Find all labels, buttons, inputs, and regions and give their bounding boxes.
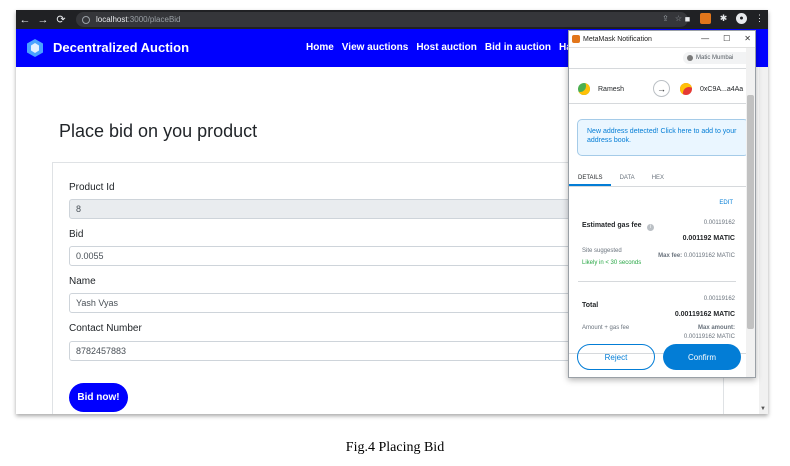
total-bold: 0.00119162 MATIC — [674, 311, 735, 318]
bookmark-star-icon[interactable]: ☆ — [675, 14, 682, 23]
name-field[interactable]: Yash Vyas — [69, 293, 599, 313]
minimize-icon[interactable]: — — [701, 34, 709, 43]
product-id-label: Product Id — [69, 182, 115, 193]
max-fee-value: 0.00119162 MATIC — [683, 253, 735, 259]
close-icon[interactable]: ✕ — [744, 34, 751, 43]
metamask-window-title: MetaMask Notification — [583, 35, 652, 43]
reload-icon[interactable]: ⟳ — [52, 10, 70, 29]
page-title: Place bid on you product — [59, 121, 258, 141]
from-account-name: Ramesh — [598, 85, 625, 93]
nav-home[interactable]: Home — [306, 42, 334, 53]
metamask-scrollbar[interactable] — [746, 48, 755, 377]
max-fee-label: Max fee: — [658, 253, 683, 259]
site-info-icon[interactable] — [82, 15, 90, 24]
to-avatar-icon — [680, 83, 692, 95]
puzzle-extensions-icon[interactable]: ✱ — [718, 13, 729, 24]
metamask-tabs: DETAILS DATA HEX — [569, 170, 747, 187]
nav-bid-in-auction[interactable]: Bid in auction — [485, 42, 551, 53]
arrow-right-icon: → — [653, 80, 670, 97]
metamask-fox-icon — [572, 35, 580, 43]
to-account[interactable]: 0xC9A...a4Aa — [680, 83, 743, 95]
share-icon[interactable]: ⇪ — [662, 14, 669, 23]
maximize-icon[interactable]: ☐ — [723, 34, 730, 43]
scroll-down-icon[interactable]: ▼ — [760, 406, 766, 412]
max-amount-value: 0.00119162 MATIC — [683, 334, 735, 340]
contact-field[interactable]: 8782457883 — [69, 341, 599, 361]
camera-icon[interactable]: ■ — [682, 13, 693, 24]
back-icon[interactable]: ← — [16, 10, 34, 29]
extension-icons: ■ ✱ ● ⋮ — [682, 13, 765, 24]
bid-label: Bid — [69, 229, 84, 240]
amount-gas-label: Amount + gas fee — [582, 325, 630, 331]
max-fee: Max fee: 0.00119162 MATIC — [658, 253, 735, 259]
gas-fee-bold: 0.001192 MATIC — [682, 235, 735, 242]
forward-icon[interactable]: → — [34, 10, 52, 29]
gas-fee-small: 0.00119162 — [703, 220, 735, 226]
confirm-button[interactable]: Confirm — [663, 344, 741, 370]
browser-toolbar: ← → ⟳ localhost:3000/placeBid ⇪ ☆ ■ ✱ ● … — [16, 10, 768, 29]
total-small: 0.00119162 — [703, 296, 735, 302]
network-badge[interactable]: Matic Mumbai — [683, 52, 751, 64]
total-label: Total — [582, 302, 599, 309]
metamask-body: Matic Mumbai Ramesh → 0xC9A...a4Aa New a… — [569, 48, 751, 377]
bid-now-button[interactable]: Bid now! — [69, 383, 128, 412]
nav-host-auction[interactable]: Host auction — [416, 42, 477, 53]
max-amount: Max amount: 0.00119162 MATIC — [684, 324, 735, 342]
product-id-field: 8 — [69, 199, 599, 219]
nav-links: Home View auctions Host auction Bid in a… — [306, 42, 572, 53]
tab-hex[interactable]: HEX — [643, 170, 672, 186]
info-icon[interactable]: i — [647, 224, 654, 231]
screen: ← → ⟳ localhost:3000/placeBid ⇪ ☆ ■ ✱ ● … — [16, 10, 768, 414]
scrollbar-thumb[interactable] — [747, 95, 754, 329]
edit-link[interactable]: EDIT — [719, 200, 733, 206]
brand-name[interactable]: Decentralized Auction — [53, 40, 189, 55]
network-dot-icon — [687, 55, 693, 61]
metamask-extension-icon[interactable] — [700, 13, 711, 24]
metamask-titlebar: MetaMask Notification — ☐ ✕ — [569, 31, 755, 48]
figure-caption: Fig.4 Placing Bid — [345, 440, 445, 455]
profile-avatar-icon[interactable]: ● — [736, 13, 747, 24]
gas-fee-label: Estimated gas fee — [582, 222, 642, 229]
contact-label: Contact Number — [69, 323, 142, 334]
page-scrollbar[interactable]: ▼ — [759, 67, 768, 414]
name-label: Name — [69, 276, 96, 287]
new-address-notice[interactable]: New address detected! Click here to add … — [577, 119, 749, 156]
network-name: Matic Mumbai — [696, 55, 734, 61]
likely-time: Likely in < 30 seconds — [582, 260, 642, 266]
metamask-popup: MetaMask Notification — ☐ ✕ Matic Mumbai… — [568, 30, 756, 378]
address-bar[interactable]: localhost:3000/placeBid ⇪ ☆ — [76, 12, 688, 27]
to-account-address: 0xC9A...a4Aa — [700, 85, 744, 93]
from-avatar-icon — [578, 83, 590, 95]
tab-details[interactable]: DETAILS — [569, 170, 611, 186]
tab-data[interactable]: DATA — [611, 170, 643, 186]
site-suggested: Site suggested — [582, 248, 622, 254]
max-amount-label: Max amount: — [697, 325, 735, 331]
menu-kebab-icon[interactable]: ⋮ — [754, 13, 765, 24]
nav-view-auctions[interactable]: View auctions — [342, 42, 409, 53]
bid-field[interactable]: 0.0055 — [69, 246, 599, 266]
reject-button[interactable]: Reject — [577, 344, 655, 370]
url-text: localhost:3000/placeBid — [96, 15, 181, 24]
brand-logo-icon — [27, 39, 43, 57]
from-account[interactable]: Ramesh — [578, 83, 624, 95]
